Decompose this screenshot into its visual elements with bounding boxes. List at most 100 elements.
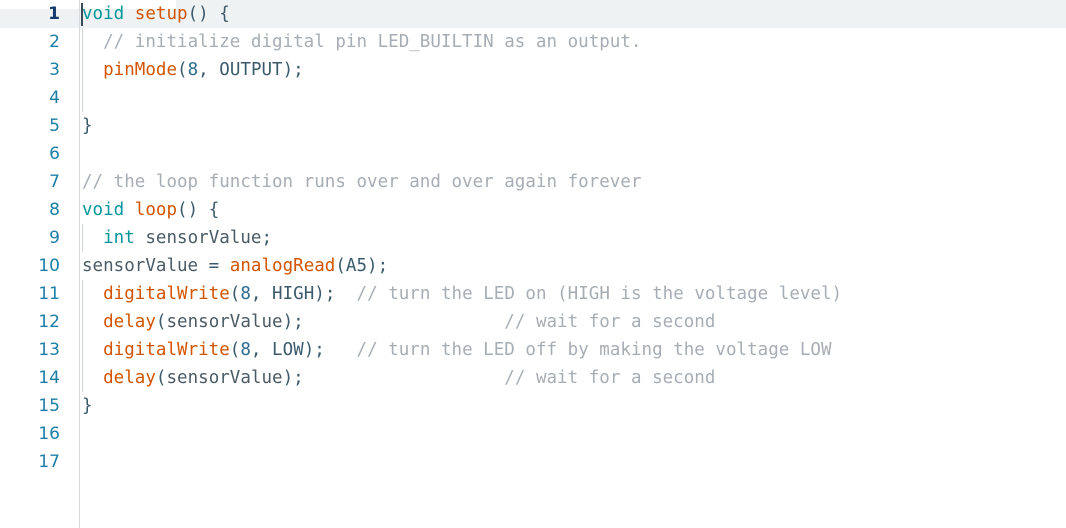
token-identifier-sensorvalue: sensorValue [166,368,283,388]
line-number-7[interactable]: 7 [0,168,60,196]
token-comment-led-off: // turn the LED off by making the voltag… [356,340,832,360]
line-number-10[interactable]: 10 [0,252,60,280]
token-paren-close-semi: ); [282,312,304,332]
text-caret [81,3,83,26]
line-number-13[interactable]: 13 [0,336,60,364]
token-identifier-sensorvalue: sensorValue [166,312,283,332]
token-function-delay: delay [103,368,156,388]
token-comment-loop-desc: // the loop function runs over and over … [82,172,642,192]
token-brace-close: } [82,396,93,416]
line-number-11[interactable]: 11 [0,280,60,308]
token-const-a5: A5 [345,256,368,276]
token-paren-open: ( [229,340,241,360]
code-line-6[interactable] [82,140,1066,168]
line-number-14[interactable]: 14 [0,364,60,392]
token-comment-wait: // wait for a second [504,312,716,332]
token-paren-open: ( [177,60,188,80]
token-function-delay: delay [103,312,156,332]
token-assign: = [198,256,230,276]
token-brace-close: } [82,116,93,136]
line-number-gutter[interactable]: 1 2 3 4 5 6 7 8 9 10 11 12 13 14 15 16 1… [0,0,79,528]
token-comma: , [250,340,273,360]
token-comment-led-on: // turn the LED on (HIGH is the voltage … [356,284,843,304]
line-number-2[interactable]: 2 [0,28,60,56]
line-number-12[interactable]: 12 [0,308,60,336]
code-content-area[interactable]: void setup() { // initialize digital pin… [81,0,1066,528]
token-identifier-sensorvalue: sensorValue [145,228,262,248]
token-paren-open: ( [229,284,241,304]
token-function-digitalwrite: digitalWrite [103,340,230,360]
line-number-9[interactable]: 9 [0,224,60,252]
code-line-12[interactable]: delay(sensorValue); // wait for a second [82,308,1066,336]
code-line-10[interactable]: sensorValue = analogRead(A5); [82,252,1066,280]
line-number-1[interactable]: 1 [0,0,60,28]
code-line-17[interactable] [82,448,1066,476]
token-semicolon: ; [261,228,273,248]
token-keyword-void: void [82,4,125,24]
code-line-9[interactable]: int sensorValue; [82,224,1066,252]
code-line-15[interactable]: } [82,392,1066,420]
code-line-3[interactable]: pinMode(8, OUTPUT); [82,56,1066,84]
token-comma: , [250,284,273,304]
code-line-13[interactable]: digitalWrite(8, LOW); // turn the LED of… [82,336,1066,364]
token-comment-wait: // wait for a second [504,368,716,388]
token-paren-open: ( [155,312,167,332]
gutter-divider [79,0,80,528]
token-brace-open: { [219,4,230,24]
code-line-16[interactable] [82,420,1066,448]
token-keyword-int: int [103,228,135,248]
token-function-pinmode: pinMode [103,60,178,80]
token-function-setup: setup [134,4,188,24]
line-number-15[interactable]: 15 [0,392,60,420]
token-paren-close-semi: ); [303,340,325,360]
code-line-8[interactable]: void loop() { [82,196,1066,224]
line-number-5[interactable]: 5 [0,112,60,140]
line-number-16[interactable]: 16 [0,420,60,448]
token-const-output: OUTPUT [219,60,283,80]
code-line-7[interactable]: // the loop function runs over and over … [82,168,1066,196]
code-line-5[interactable]: } [82,112,1066,140]
token-gap [304,312,505,332]
code-line-1[interactable]: void setup() { [81,0,1066,28]
line-number-4[interactable]: 4 [0,84,60,112]
line-number-17[interactable]: 17 [0,448,60,476]
line-number-8[interactable]: 8 [0,196,60,224]
line-number-6[interactable]: 6 [0,140,60,168]
token-number-8: 8 [240,284,251,304]
code-editor[interactable]: 1 2 3 4 5 6 7 8 9 10 11 12 13 14 15 16 1… [0,0,1066,528]
line-number-3[interactable]: 3 [0,56,60,84]
token-gap [304,368,505,388]
token-const-high: HIGH [272,284,315,304]
token-comment-initialize: // initialize digital pin LED_BUILTIN as… [103,32,642,52]
token-number-8: 8 [240,340,251,360]
code-line-2[interactable]: // initialize digital pin LED_BUILTIN as… [82,28,1066,56]
token-paren-close-semi: ); [282,60,304,80]
token-function-loop: loop [134,200,178,220]
token-paren-close-semi: ); [282,368,304,388]
token-parens: () [177,200,209,220]
token-function-digitalwrite: digitalWrite [103,284,230,304]
code-line-11[interactable]: digitalWrite(8, HIGH); // turn the LED o… [82,280,1066,308]
token-paren-close-semi: ); [367,256,389,276]
token-paren-open: ( [155,368,167,388]
token-function-analogread: analogRead [229,256,336,276]
token-parens: () [187,4,220,24]
token-keyword-void: void [82,200,125,220]
token-gap [325,340,357,360]
token-number-8: 8 [187,60,199,80]
token-const-low: LOW [272,340,304,360]
token-comma: , [198,60,220,80]
code-line-4[interactable] [82,84,1066,112]
code-line-14[interactable]: delay(sensorValue); // wait for a second [82,364,1066,392]
token-paren-close-semi: ); [314,284,336,304]
